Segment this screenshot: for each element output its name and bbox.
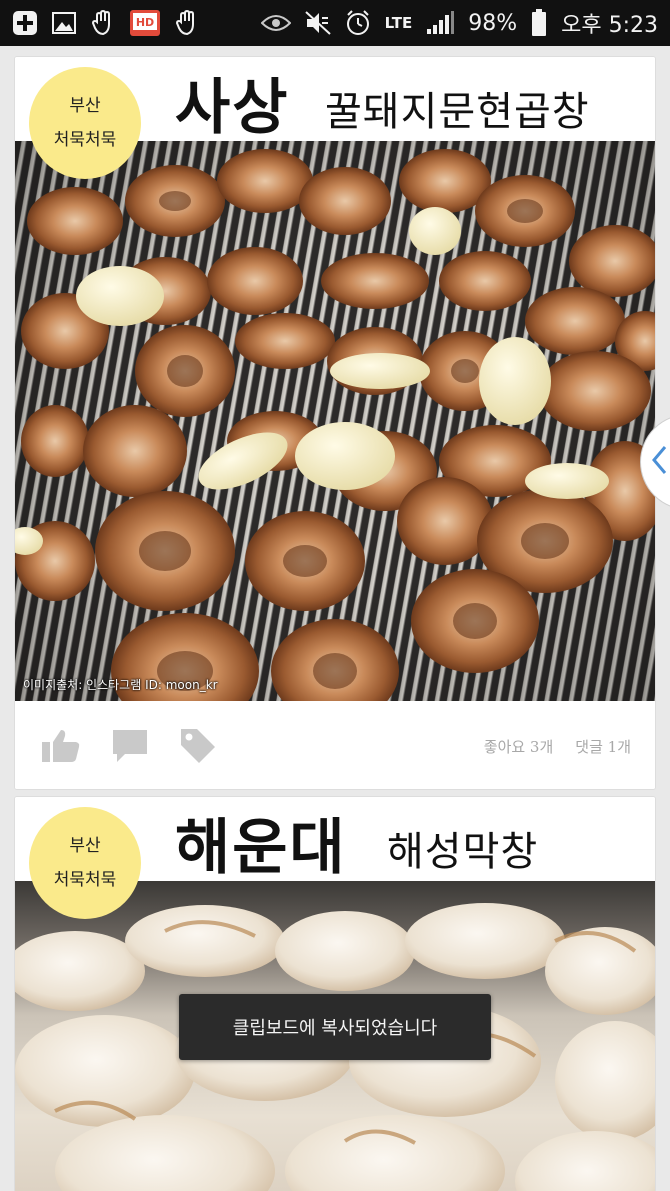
notification-icons: HD: [12, 10, 200, 36]
clock: 오후 5:23: [561, 13, 658, 38]
lte-label: LTE: [384, 13, 413, 32]
engagement-counts: 좋아요 3개 댓글 1개: [484, 736, 631, 757]
status-bar: HD LTE 98% 오후 5:23: [0, 0, 670, 46]
image-icon: [52, 12, 76, 34]
comment-icon[interactable]: [111, 728, 149, 764]
hand-icon: [90, 10, 116, 36]
chevron-left-icon: [651, 445, 667, 479]
signal-icon: [426, 11, 455, 35]
hd-icon: HD: [130, 10, 160, 36]
battery-icon: [531, 9, 547, 37]
system-icons: LTE 98% 오후 5:23: [260, 7, 658, 39]
post-title-restaurant: 꿀돼지문현곱창: [325, 89, 590, 135]
hand-icon: [174, 10, 200, 36]
badge-line-2: 처묵처묵: [53, 130, 117, 150]
likes-count[interactable]: 좋아요 3개: [484, 736, 554, 757]
comments-count[interactable]: 댓글 1개: [575, 736, 631, 757]
badge-line-2: 처묵처묵: [53, 870, 117, 890]
badge-line-1: 부산: [69, 836, 101, 856]
toast-message: 클립보드에 복사되었습니다: [179, 994, 491, 1060]
post-card[interactable]: 사상 꿀돼지문현곱창 부산 처묵처묵 이미지출처: 인스타그램 ID: moon…: [14, 56, 656, 790]
alarm-icon: [345, 10, 371, 36]
post-title-location: 사상: [175, 73, 290, 143]
post-title-location: 해운대: [175, 813, 347, 883]
add-icon: [12, 10, 38, 36]
post-title-restaurant: 해성막창: [387, 829, 539, 875]
tag-icon[interactable]: [179, 727, 217, 765]
region-badge: 부산 처묵처묵: [29, 807, 141, 919]
like-icon[interactable]: [41, 728, 81, 764]
eye-icon: [260, 13, 291, 33]
post-actions: 좋아요 3개 댓글 1개: [15, 701, 655, 789]
grilled-gopchang-illustration: [15, 149, 655, 701]
lte-icon: LTE: [384, 13, 413, 32]
post-photo[interactable]: 이미지출처: 인스타그램 ID: moon_kr: [15, 141, 655, 701]
image-credit: 이미지출처: 인스타그램 ID: moon_kr: [23, 678, 218, 692]
battery-percent: 98%: [468, 10, 518, 36]
hd-label: HD: [136, 16, 154, 29]
badge-line-1: 부산: [69, 96, 101, 116]
mute-icon: [304, 11, 331, 35]
region-badge: 부산 처묵처묵: [29, 67, 141, 179]
